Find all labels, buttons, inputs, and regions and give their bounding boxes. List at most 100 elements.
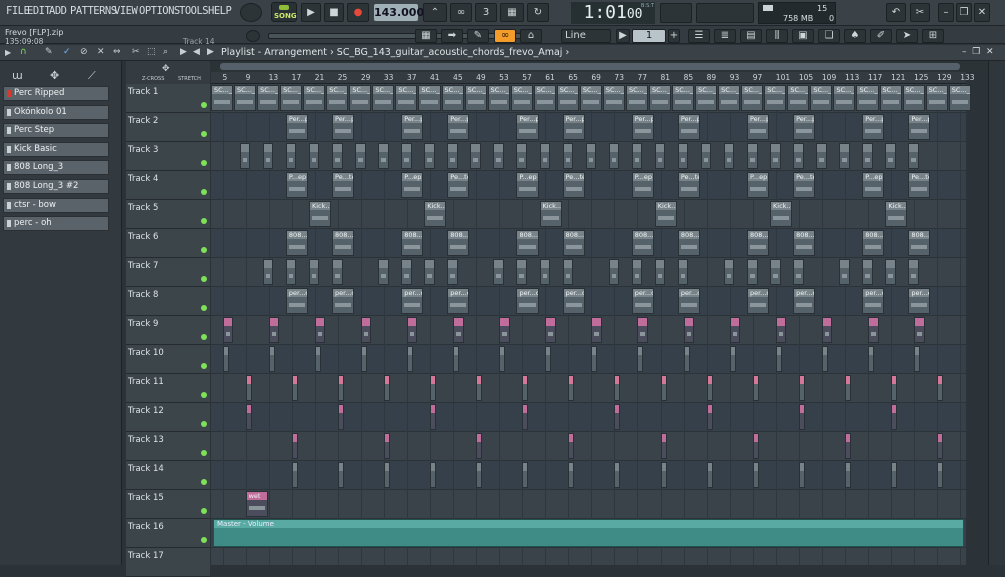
track-header[interactable]: Track 14 — [126, 461, 210, 490]
pattern-clip[interactable] — [752, 375, 759, 401]
magnet-icon[interactable]: ∩ — [20, 47, 27, 57]
pattern-clip[interactable]: SC..._maj — [372, 85, 395, 111]
pattern-clip[interactable]: P...ep — [746, 172, 770, 198]
arrow-icon[interactable]: ➡ — [441, 29, 463, 43]
menu-options[interactable]: OPTIONS — [139, 5, 180, 17]
pattern-clip[interactable]: SC..._maj — [533, 85, 556, 111]
pattern-clip[interactable] — [430, 375, 436, 401]
playlist-icon[interactable]: ☰ — [688, 29, 710, 43]
pattern-clip[interactable] — [631, 259, 643, 285]
pattern-clip[interactable] — [516, 143, 527, 169]
pattern-clip[interactable] — [631, 143, 643, 169]
pattern-clip[interactable] — [401, 143, 412, 169]
track-header[interactable]: Track 3 — [126, 142, 210, 171]
pattern-clip[interactable]: SC..._maj — [787, 85, 810, 111]
record-button[interactable]: ● — [347, 3, 369, 22]
snap-icon[interactable]: ▦ — [415, 29, 437, 43]
pattern-clip[interactable]: Per...ped — [631, 114, 654, 140]
track-mute-led-icon[interactable] — [201, 160, 207, 166]
pattern-clip[interactable] — [614, 462, 621, 488]
track-lane[interactable] — [211, 548, 966, 577]
pattern-clip[interactable]: SC..._maj — [672, 85, 695, 111]
pattern-clip[interactable]: 808...3 #2 — [677, 230, 700, 256]
pattern-clip[interactable] — [453, 317, 464, 343]
pattern-clip[interactable] — [608, 259, 620, 285]
pattern-clip[interactable]: SC..._maj — [695, 85, 718, 111]
pattern-clip[interactable] — [885, 143, 896, 169]
pattern-clip[interactable] — [839, 143, 850, 169]
pattern-clip[interactable]: per...oh — [285, 288, 308, 314]
pattern-clip[interactable] — [262, 143, 274, 169]
track-header[interactable]: Track 16 — [126, 519, 210, 548]
pattern-clip[interactable] — [378, 143, 389, 169]
slip-icon[interactable]: ⇔ — [113, 47, 121, 57]
pattern-clip[interactable]: wet — [245, 491, 268, 517]
pattern-clip[interactable] — [332, 143, 343, 169]
pattern-clip[interactable]: SC..._maj — [718, 85, 741, 111]
track-mute-led-icon[interactable] — [201, 508, 207, 514]
pattern-clip[interactable] — [291, 433, 298, 459]
pattern-clip[interactable] — [447, 259, 458, 285]
pattern-clip[interactable] — [798, 375, 805, 401]
pattern-clip[interactable] — [746, 143, 758, 169]
pencil-mode-icon[interactable]: ✎ — [45, 47, 53, 57]
pattern-clip[interactable]: Per...ped — [285, 114, 308, 140]
pattern-clip[interactable] — [816, 143, 827, 169]
undo-icon[interactable]: ↶ — [886, 3, 906, 22]
browser-pencil-icon[interactable]: ⟋ — [88, 69, 96, 83]
pattern-clip[interactable] — [654, 259, 666, 285]
pattern-clip[interactable] — [700, 143, 712, 169]
browser-item[interactable]: Perc Step — [3, 123, 109, 139]
pattern-clip[interactable] — [568, 375, 575, 401]
pattern-clip[interactable]: SC..._maj — [211, 85, 234, 111]
playlist-grid[interactable]: SC..._majSC..._majSC..._majSC..._majSC..… — [211, 84, 971, 577]
track-header[interactable]: Track 10 — [126, 345, 210, 374]
pattern-clip[interactable] — [522, 375, 529, 401]
browser-item[interactable]: Kick Basic — [3, 141, 109, 157]
pattern-clip[interactable]: SC..._maj — [326, 85, 349, 111]
pattern-clip[interactable] — [706, 375, 713, 401]
zoom-icon[interactable]: ⌕ — [163, 47, 168, 57]
pattern-clip[interactable]: SC..._maj — [464, 85, 487, 111]
track-header[interactable]: Track 1 — [126, 84, 210, 113]
pattern-clip[interactable] — [660, 375, 667, 401]
pattern-clip[interactable] — [723, 143, 735, 169]
pattern-clip[interactable] — [793, 259, 804, 285]
snap-select[interactable]: Line — [561, 29, 611, 43]
pattern-clip[interactable]: Pe...tep — [793, 172, 816, 198]
pattern-clip[interactable] — [683, 346, 690, 372]
track-header[interactable]: Track 9 — [126, 316, 210, 345]
pattern-clip[interactable]: SC..._maj — [879, 85, 902, 111]
pattern-clip[interactable]: 808...3 #2 — [332, 230, 355, 256]
pattern-clip[interactable] — [245, 404, 252, 430]
pattern-clip[interactable] — [637, 346, 644, 372]
pattern-clip[interactable]: SC..._maj — [902, 85, 925, 111]
pattern-clip[interactable] — [447, 143, 458, 169]
pattern-clip[interactable] — [539, 143, 551, 169]
pattern-clip[interactable] — [545, 346, 552, 372]
pattern-clip[interactable] — [660, 433, 667, 459]
pattern-clip[interactable] — [654, 143, 666, 169]
pattern-clip[interactable]: P...ep — [285, 172, 308, 198]
track-lane[interactable] — [211, 403, 966, 432]
pattern-clip[interactable]: Kick...asic — [424, 201, 447, 227]
prev-pattern-icon[interactable]: ▶ — [616, 29, 630, 43]
brush-icon[interactable]: ✓ — [63, 47, 71, 57]
pattern-clip[interactable] — [908, 143, 919, 169]
pattern-clip[interactable] — [891, 462, 898, 488]
arrow-left-icon[interactable]: ▶ — [207, 47, 214, 57]
pattern-clip[interactable]: SC..._maj — [810, 85, 833, 111]
pattern-clip[interactable]: SC..._maj — [395, 85, 418, 111]
pattern-clip[interactable]: 808...3 #2 — [447, 230, 470, 256]
pattern-clip[interactable]: per...oh — [793, 288, 816, 314]
pattern-clip[interactable] — [793, 143, 804, 169]
pattern-clip[interactable]: per...oh — [401, 288, 424, 314]
song-pattern-toggle[interactable]: SONG — [271, 2, 297, 22]
track-mute-led-icon[interactable] — [201, 305, 207, 311]
pattern-clip[interactable] — [591, 346, 598, 372]
pattern-clip[interactable] — [585, 143, 597, 169]
select-icon[interactable]: ⬚ — [147, 47, 156, 57]
tempo-display[interactable]: 143.000 — [374, 4, 424, 21]
pattern-clip[interactable]: per...oh — [516, 288, 539, 314]
pattern-clip[interactable] — [268, 317, 280, 343]
